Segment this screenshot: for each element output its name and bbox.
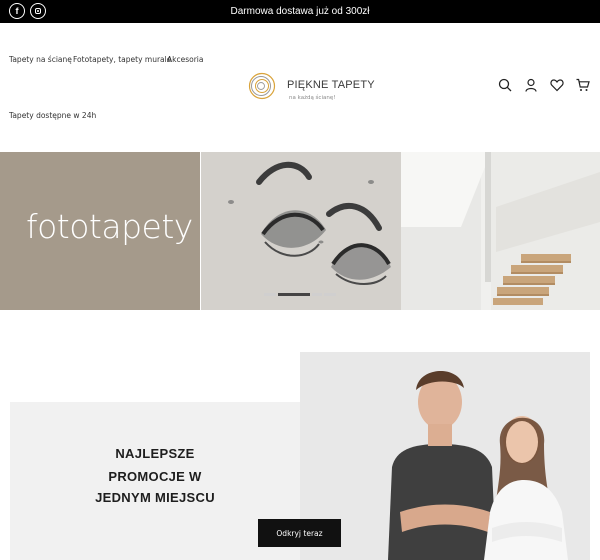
logo-title: PIĘKNE TAPETY	[287, 79, 375, 91]
slider-dot[interactable]	[324, 293, 336, 296]
top-bar: f Darmowa dostawa już od 300zł	[0, 0, 600, 23]
promo-heading-line-1: NAJLEPSZE	[115, 446, 195, 461]
promo-heading-line-2: PROMOCJE W	[108, 469, 202, 484]
cart-icon[interactable]	[576, 78, 590, 92]
nav-item-photo-wallpapers[interactable]: Fototapety, tapety murale	[73, 55, 171, 64]
logo-rings-icon	[248, 72, 276, 100]
logo-subtitle: na każdą ścianę!	[289, 95, 336, 101]
hero-slider[interactable]: fototapety	[0, 152, 600, 310]
hero-title: fototapety	[26, 207, 193, 246]
heart-icon[interactable]	[550, 78, 564, 92]
discover-now-button[interactable]: Odkryj teraz	[258, 519, 341, 547]
slider-dot[interactable]	[312, 293, 322, 296]
hero-title-panel: fototapety	[0, 152, 200, 310]
slider-dot[interactable]	[264, 293, 276, 296]
site-logo[interactable]: PIĘKNE TAPETY na każdą ścianę!	[248, 69, 375, 105]
slider-dot-active[interactable]	[278, 293, 310, 296]
hero-image-staircase	[401, 152, 600, 310]
search-icon[interactable]	[498, 78, 512, 92]
free-shipping-banner: Darmowa dostawa już od 300zł	[230, 6, 370, 17]
promo-image-couple	[300, 352, 590, 560]
nav-item-wallpapers[interactable]: Tapety na ścianę	[9, 55, 72, 64]
nav-item-accessories[interactable]: Akcesoria	[167, 55, 203, 64]
nav-item-available-24h[interactable]: Tapety dostępne w 24h	[9, 111, 96, 120]
promo-heading-line-3: JEDNYM MIEJSCU	[95, 490, 215, 505]
user-icon[interactable]	[524, 78, 538, 92]
hero-image-eyes-mural	[201, 152, 401, 310]
